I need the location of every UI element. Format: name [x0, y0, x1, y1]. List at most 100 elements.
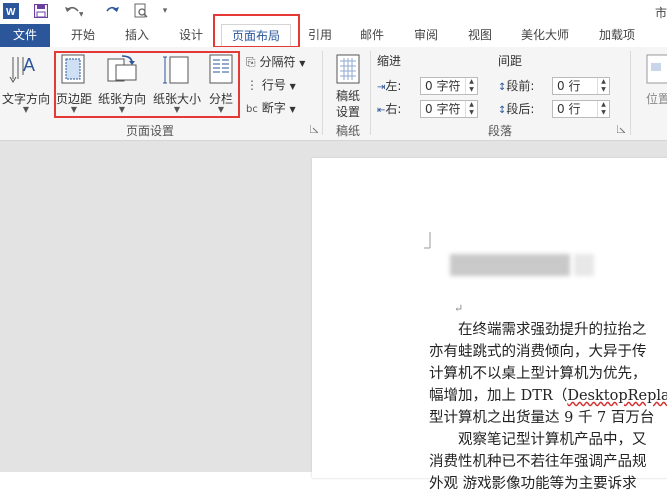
save-icon[interactable]	[32, 2, 50, 20]
breaks-button[interactable]: ⎘ 分隔符 ▼	[246, 52, 305, 72]
paper-size-button[interactable]: 纸张大小 ▼	[150, 47, 204, 117]
manuscript-icon	[335, 53, 361, 88]
spacing-after-label: ↕段后:	[498, 99, 534, 119]
hyphenation-button[interactable]: bc 断字 ▼	[246, 98, 296, 118]
doc-line: 幅增加，加上 DTR（DesktopReplac	[429, 384, 667, 405]
margins-button[interactable]: 页边距 ▼	[54, 47, 94, 117]
group-divider	[370, 51, 371, 135]
indent-header: 缩进	[377, 54, 402, 68]
hyphenation-icon: bc	[246, 104, 258, 115]
manuscript-group-label: 稿纸	[335, 124, 360, 138]
doc-line: 消费性机种已不若往年强调产品规	[429, 454, 647, 470]
position-icon	[645, 53, 667, 88]
chevron-down-icon: ▼	[299, 59, 306, 68]
chevron-down-icon: ▼	[70, 105, 78, 114]
redo-icon[interactable]	[104, 2, 122, 20]
tab-home[interactable]: 开始	[60, 24, 106, 47]
ribbon-tabs: 文件 开始 插入 设计 页面布局 引用 邮件 审阅 视图 美化大师 加载项	[0, 24, 667, 48]
svg-text:A: A	[23, 55, 35, 75]
paragraph-mark: ↵	[454, 302, 464, 315]
redacted-title	[450, 254, 570, 276]
spinner-arrows-icon[interactable]: ▲ ▼	[597, 101, 609, 117]
redacted-title-tail	[574, 254, 594, 276]
breaks-icon: ⎘	[246, 55, 256, 69]
chevron-down-icon: ▼	[22, 105, 30, 114]
spacing-after-field[interactable]: 0 行 ▲ ▼	[552, 100, 610, 118]
quick-access-toolbar: W ▼ ▾ 市	[0, 0, 667, 24]
doc-line: 计算机不以桌上型计算机为优先，	[429, 366, 647, 382]
tab-mailings[interactable]: 邮件	[352, 24, 392, 47]
doc-line: 型计算机之出货量达 9 千 7 百万台	[429, 410, 655, 426]
paper-size-icon	[162, 53, 192, 88]
text-direction-button[interactable]: A 文字方向 ▼	[0, 47, 52, 117]
indent-left-field[interactable]: 0 字符 ▲ ▼	[420, 77, 478, 95]
columns-button[interactable]: 分栏 ▼	[204, 47, 238, 117]
margin-corner-mark	[424, 232, 431, 249]
indent-right-text: 右:	[385, 102, 402, 116]
window-title: 市	[654, 6, 667, 20]
group-divider	[322, 51, 323, 135]
tab-review[interactable]: 审阅	[406, 24, 446, 47]
position-button[interactable]: 位置	[640, 47, 667, 117]
page-setup-group-label: 页面设置	[125, 124, 174, 138]
manuscript-label-1: 稿纸	[335, 89, 360, 103]
line-numbers-label: 行号	[261, 78, 286, 92]
ribbon: A 文字方向 ▼ 页边距 ▼ 纸张方向 ▼ 纸张大小 ▼ 分栏 ▼ ⎘ 分隔符 …	[0, 47, 667, 141]
doc-line: 外观 游戏影像功能等为主要诉求	[429, 476, 637, 492]
doc-line: 观察笔记型计算机产品中，又	[429, 432, 647, 448]
undo-icon[interactable]: ▼	[62, 2, 84, 20]
dialog-launcher-icon[interactable]	[310, 125, 318, 133]
indent-right-label: ⇤右:	[377, 99, 401, 119]
indent-right-field[interactable]: 0 字符 ▲ ▼	[420, 100, 478, 118]
spinner-arrows-icon[interactable]: ▲ ▼	[465, 78, 477, 94]
spinner-arrows-icon[interactable]: ▲ ▼	[597, 78, 609, 94]
word-logo-icon: W	[2, 2, 20, 20]
orientation-icon	[106, 53, 138, 88]
doc-line: 在终端需求强劲提升的拉抬之	[429, 322, 647, 338]
columns-icon	[208, 53, 234, 88]
document-area[interactable]: ↵ 在终端需求强劲提升的拉抬之 亦有蛙跳式的消费倾向，大异于传 计算机不以桌上型…	[0, 141, 667, 492]
indent-right-value: 0 字符	[425, 102, 461, 116]
doc-line-text: 幅增加，加上 DTR（	[429, 388, 568, 404]
dialog-launcher-icon[interactable]	[617, 125, 625, 133]
chevron-down-icon: ▼	[217, 105, 225, 114]
group-divider	[630, 51, 631, 135]
misspelled-word: DesktopReplac	[567, 388, 667, 404]
indent-left-value: 0 字符	[425, 79, 461, 93]
chevron-down-icon: ▼	[118, 105, 126, 114]
tab-view[interactable]: 视图	[460, 24, 500, 47]
chevron-down-icon: ▼	[289, 82, 296, 91]
svg-text:▼: ▼	[79, 11, 83, 18]
customize-qat-icon[interactable]: ▾	[158, 2, 172, 20]
tab-addins[interactable]: 加载项	[588, 24, 646, 47]
tab-references[interactable]: 引用	[300, 24, 340, 47]
spacing-before-label: ↕段前:	[498, 76, 534, 96]
document-page[interactable]: ↵ 在终端需求强劲提升的拉抬之 亦有蛙跳式的消费倾向，大异于传 计算机不以桌上型…	[312, 158, 667, 492]
tab-file[interactable]: 文件	[0, 24, 50, 47]
svg-text:W: W	[6, 7, 16, 18]
spacing-after-text: 段后:	[506, 102, 535, 116]
position-label: 位置	[646, 92, 667, 106]
spacing-after-value: 0 行	[557, 102, 581, 116]
chevron-down-icon: ▼	[173, 105, 181, 114]
spacing-before-text: 段前:	[506, 79, 535, 93]
doc-line: 亦有蛙跳式的消费倾向，大异于传	[429, 344, 647, 360]
breaks-label: 分隔符	[259, 55, 296, 69]
spacing-before-value: 0 行	[557, 79, 581, 93]
manuscript-label-2: 设置	[335, 105, 360, 119]
indent-left-text: 左:	[385, 79, 402, 93]
tab-design[interactable]: 设计	[168, 24, 214, 47]
paragraph-group-label: 段落	[487, 124, 512, 138]
spacing-before-field[interactable]: 0 行 ▲ ▼	[552, 77, 610, 95]
tab-insert[interactable]: 插入	[114, 24, 160, 47]
line-numbers-button[interactable]: ⋮ 行号 ▼	[246, 75, 296, 95]
hyphenation-label: 断字	[261, 101, 286, 115]
tab-page-layout[interactable]: 页面布局	[221, 24, 291, 47]
tab-beautify-master[interactable]: 美化大师	[510, 24, 580, 47]
text-direction-icon: A	[9, 53, 43, 88]
print-preview-icon[interactable]	[132, 2, 150, 20]
manuscript-settings-button[interactable]: 稿纸 设置	[326, 47, 370, 119]
spinner-arrows-icon[interactable]: ▲ ▼	[465, 101, 477, 117]
chevron-down-icon: ▼	[289, 105, 296, 114]
orientation-button[interactable]: 纸张方向 ▼	[95, 47, 149, 117]
